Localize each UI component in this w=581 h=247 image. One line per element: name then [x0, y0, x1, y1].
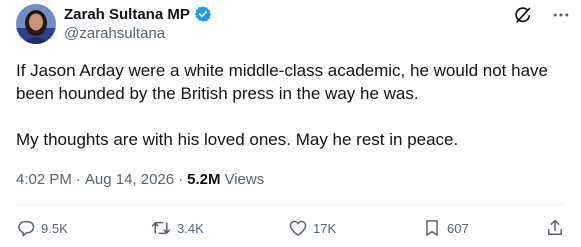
- tweet-action-bar: 9.5K 3.4K 17K 607: [16, 218, 565, 242]
- reply-icon: [16, 218, 36, 238]
- repost-icon: [150, 218, 172, 238]
- like-count: 17K: [313, 220, 337, 236]
- tweet-paragraph: If Jason Arday were a white middle-class…: [16, 61, 548, 103]
- repost-button[interactable]: 3.4K: [150, 218, 204, 238]
- tweet-top-actions: [513, 5, 571, 25]
- meta-separator: ·: [75, 171, 81, 188]
- like-icon: [288, 218, 308, 238]
- reply-button[interactable]: 9.5K: [16, 218, 68, 238]
- more-options-icon[interactable]: [551, 5, 571, 25]
- share-icon: [545, 218, 565, 238]
- repost-count: 3.4K: [177, 220, 204, 236]
- views-count[interactable]: 5.2M: [187, 171, 220, 188]
- author-display-name[interactable]: Zarah Sultana MP: [64, 6, 190, 23]
- share-button[interactable]: [545, 218, 565, 238]
- views-label: Views: [224, 171, 265, 188]
- avatar[interactable]: [16, 4, 56, 44]
- author-name-row: Zarah Sultana MP: [64, 4, 212, 24]
- tweet-paragraph: My thoughts are with his loved ones. May…: [16, 130, 459, 149]
- author-handle[interactable]: @zarahsultana: [64, 25, 165, 42]
- divider: [16, 204, 565, 205]
- bookmark-icon: [422, 218, 442, 238]
- grok-icon[interactable]: [513, 5, 533, 25]
- tweet-meta: 4:02 PM · Aug 14, 2026 · 5.2M Views: [16, 171, 264, 188]
- tweet-text: If Jason Arday were a white middle-class…: [16, 59, 571, 151]
- tweet-date[interactable]: Aug 14, 2026: [85, 171, 174, 188]
- bookmark-count: 607: [447, 220, 469, 236]
- meta-separator: ·: [178, 171, 184, 188]
- tweet-time[interactable]: 4:02 PM: [16, 171, 72, 188]
- bookmark-button[interactable]: 607: [422, 218, 469, 238]
- reply-count: 9.5K: [41, 220, 68, 236]
- like-button[interactable]: 17K: [288, 218, 336, 238]
- verified-badge-icon[interactable]: [194, 5, 212, 23]
